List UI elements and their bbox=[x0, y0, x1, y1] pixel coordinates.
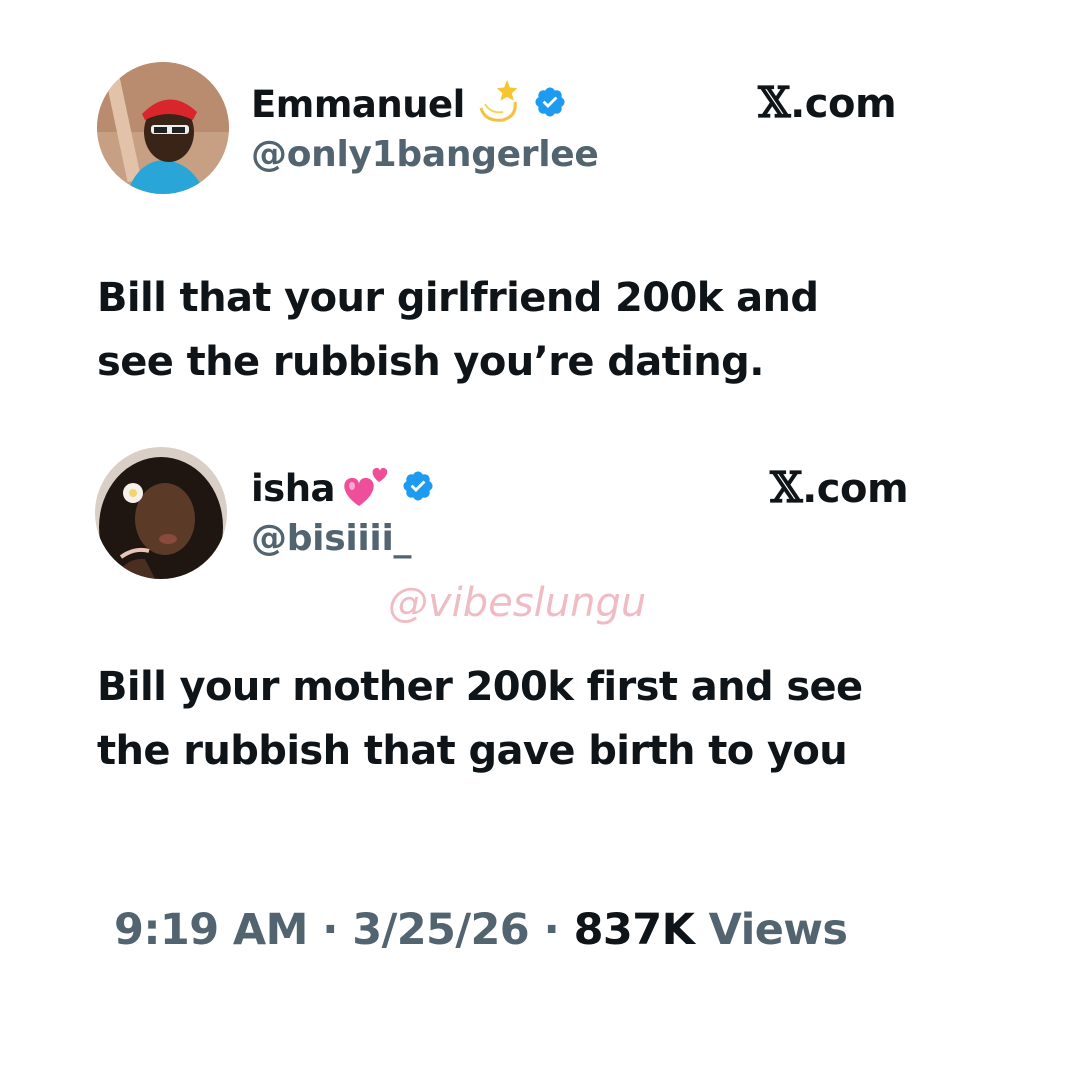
tweet1-name-row: Emmanuel bbox=[251, 78, 567, 130]
tweet-text: Bill that your girlfriend 200k and see t… bbox=[97, 266, 819, 394]
watermark: @vibeslungu bbox=[388, 580, 647, 626]
x-com-label: 𝕏.com bbox=[770, 463, 909, 512]
tweet-text-line: Bill that your girlfriend 200k and bbox=[97, 275, 819, 321]
tweet-meta: 9:19 AM · 3/25/26 · 837K Views bbox=[114, 905, 848, 955]
views-label: Views bbox=[708, 905, 848, 955]
site-suffix: .com bbox=[802, 466, 909, 512]
handle[interactable]: @bisiiii_ bbox=[251, 518, 412, 559]
avatar-emmanuel[interactable] bbox=[97, 62, 229, 194]
tweet-text-line: the rubbish that gave birth to you bbox=[97, 728, 848, 774]
handle[interactable]: @only1bangerlee bbox=[251, 134, 599, 175]
x-com-label: 𝕏.com bbox=[758, 78, 897, 127]
tweet2-name-row: isha bbox=[251, 462, 435, 514]
display-name[interactable]: isha bbox=[251, 467, 336, 510]
views-count[interactable]: 837K bbox=[574, 905, 695, 955]
two-hearts-emoji-icon bbox=[339, 462, 391, 514]
tweet-text: Bill your mother 200k first and see the … bbox=[97, 655, 863, 783]
x-logo-icon: 𝕏 bbox=[758, 78, 791, 127]
separator: · bbox=[543, 905, 560, 955]
tweet-date[interactable]: 3/25/26 bbox=[352, 905, 529, 955]
tweet-text-line: Bill your mother 200k first and see bbox=[97, 664, 863, 710]
tweet-text-line: see the rubbish you’re dating. bbox=[97, 339, 764, 385]
site-suffix: .com bbox=[790, 81, 897, 127]
dizzy-emoji-icon bbox=[475, 78, 523, 130]
display-name[interactable]: Emmanuel bbox=[251, 83, 465, 126]
tweet-time[interactable]: 9:19 AM bbox=[114, 905, 308, 955]
separator: · bbox=[322, 905, 338, 955]
verified-badge-icon bbox=[401, 469, 435, 507]
x-logo-icon: 𝕏 bbox=[770, 463, 803, 512]
verified-badge-icon bbox=[533, 85, 567, 123]
avatar-isha[interactable] bbox=[95, 447, 227, 579]
